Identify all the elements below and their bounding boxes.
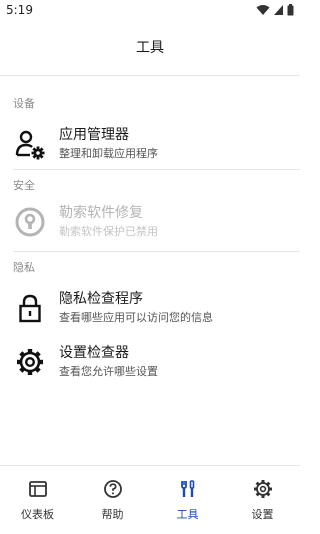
settings-icon	[254, 480, 272, 498]
battery-icon	[287, 4, 294, 16]
list-item-app-manager[interactable]: 应用管理器 整理和卸载应用程序	[0, 122, 300, 166]
help-icon	[104, 480, 122, 498]
bottom-nav: 仪表板 帮助 工具 设置	[0, 465, 300, 534]
item-title: 勒索软件修复	[59, 205, 143, 221]
tools-icon	[181, 480, 195, 497]
tab-label: 帮助	[101, 508, 124, 521]
section-header-device: 设备	[13, 97, 35, 110]
tab-dashboard[interactable]: 仪表板	[0, 466, 75, 534]
user-gear-icon	[15, 130, 45, 160]
section-divider	[13, 251, 300, 252]
dashboard-icon	[29, 481, 47, 497]
padlock-icon	[19, 294, 41, 323]
section-header-security: 安全	[13, 179, 35, 192]
section-divider	[13, 169, 300, 170]
item-subtitle: 查看哪些应用可以访问您的信息	[59, 311, 213, 324]
list-item-privacy-checker[interactable]: 隐私检查程序 查看哪些应用可以访问您的信息	[0, 286, 300, 330]
item-subtitle: 查看您允许哪些设置	[59, 365, 158, 378]
list-item-ransomware-remediation[interactable]: 勒索软件修复 勒索软件保护已禁用	[0, 200, 300, 244]
status-time: 5:19	[6, 3, 33, 17]
tab-help[interactable]: 帮助	[75, 466, 150, 534]
tab-settings[interactable]: 设置	[225, 466, 300, 534]
page-title: 工具	[136, 40, 164, 56]
tab-label: 仪表板	[21, 508, 54, 521]
list-item-settings-checker[interactable]: 设置检查器 查看您允许哪些设置	[0, 340, 300, 384]
item-title: 设置检查器	[59, 345, 129, 361]
item-title: 隐私检查程序	[59, 291, 143, 307]
item-subtitle: 勒索软件保护已禁用	[59, 225, 158, 238]
section-header-privacy: 隐私	[13, 261, 35, 274]
status-bar: 5:19	[0, 0, 300, 22]
gear-icon	[17, 349, 43, 375]
item-subtitle: 整理和卸载应用程序	[59, 147, 158, 160]
wifi-icon	[256, 5, 270, 15]
header-divider	[0, 75, 300, 76]
tab-label: 设置	[251, 508, 274, 521]
status-icons	[256, 3, 294, 17]
item-title: 应用管理器	[59, 127, 129, 143]
tab-label: 工具	[176, 508, 199, 521]
cellular-signal-icon	[274, 5, 283, 15]
tab-tools[interactable]: 工具	[150, 466, 225, 534]
keyhole-icon	[15, 207, 45, 237]
